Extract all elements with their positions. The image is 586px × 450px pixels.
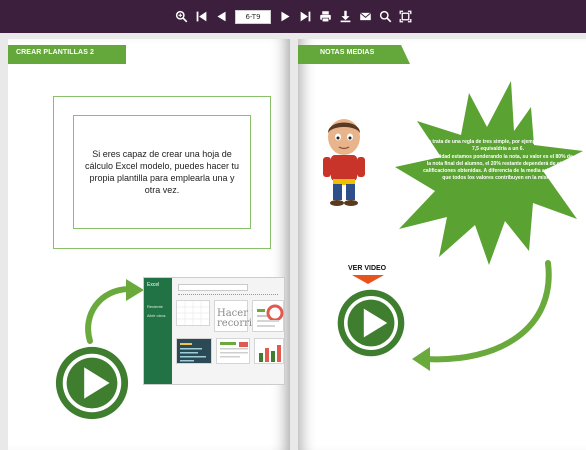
last-page-icon[interactable] — [297, 9, 313, 25]
excel-tile-blank — [176, 300, 211, 327]
next-page-icon[interactable] — [277, 9, 293, 25]
star-paragraph: En realidad estamos ponderando la nota, … — [423, 153, 573, 182]
excel-tile-report — [216, 338, 250, 364]
excel-screenshot: Excel Reciente Abrir otros Hacer un reco… — [143, 277, 285, 385]
teacher-avatar — [323, 119, 365, 206]
download-icon[interactable] — [337, 9, 353, 25]
excel-search-box — [178, 284, 248, 291]
play-button-icon[interactable] — [53, 344, 131, 422]
section-banner: NOTAS MEDIAS — [298, 45, 418, 64]
excel-tile-chart — [252, 300, 284, 332]
excel-tile-bars — [254, 338, 284, 364]
right-page[interactable]: NOTAS MEDIAS Se trata de una regla de tr… — [298, 39, 586, 450]
book-spread: CREAR PLANTILLAS 2 Si eres capaz de crea… — [0, 33, 586, 450]
excel-tile-tour: Hacer un recorrido — [214, 300, 265, 332]
page-number-input[interactable]: 6-T9 — [235, 9, 271, 24]
intro-frame: Si eres capaz de crear una hoja de cálcu… — [53, 96, 271, 249]
first-page-icon[interactable] — [193, 9, 209, 25]
curved-arrow-icon — [85, 279, 144, 344]
play-button-icon[interactable] — [335, 287, 407, 359]
down-arrow-icon — [352, 275, 384, 284]
excel-side-item: Reciente — [147, 304, 163, 309]
excel-side-item: Abrir otros — [147, 313, 166, 318]
viewer-toolbar: 6-T9 — [0, 0, 586, 33]
left-page[interactable]: CREAR PLANTILLAS 2 Si eres capaz de crea… — [8, 39, 290, 450]
star-text: Se trata de una regla de tres simple, po… — [423, 139, 573, 183]
excel-side-title: Excel — [147, 282, 160, 288]
star-paragraph: Se trata de una regla de tres simple, po… — [424, 139, 572, 153]
fullscreen-icon[interactable] — [397, 9, 413, 25]
curved-arrow-icon — [412, 260, 552, 371]
email-icon[interactable] — [357, 9, 373, 25]
banner-title: NOTAS MEDIAS — [320, 49, 375, 56]
video-label: VER VIDEO — [348, 265, 387, 272]
intro-text: Si eres capaz de crear una hoja de cálcu… — [84, 149, 240, 195]
banner-title: CREAR PLANTILLAS 2 — [16, 49, 95, 56]
section-banner: CREAR PLANTILLAS 2 — [8, 45, 138, 64]
print-icon[interactable] — [317, 9, 333, 25]
zoom-in-icon[interactable] — [173, 9, 189, 25]
previous-page-icon[interactable] — [213, 9, 229, 25]
excel-tile-dark — [176, 338, 212, 364]
search-icon[interactable] — [377, 9, 393, 25]
